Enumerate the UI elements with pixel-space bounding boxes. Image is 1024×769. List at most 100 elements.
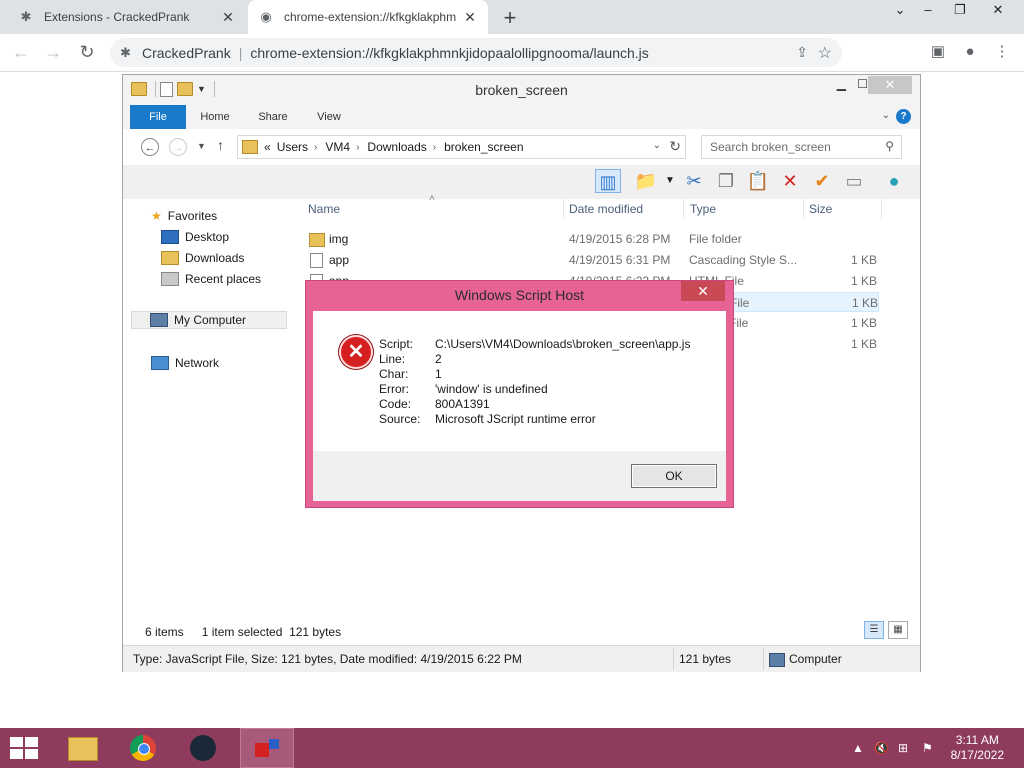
- chevron-right-icon[interactable]: ›: [314, 142, 317, 153]
- chevron-right-icon[interactable]: ›: [356, 142, 359, 153]
- steam-icon[interactable]: [176, 728, 230, 768]
- breadcrumb-users[interactable]: Users: [277, 140, 308, 154]
- nav-network[interactable]: Network: [151, 354, 219, 372]
- tab-share[interactable]: Share: [249, 105, 297, 129]
- up-arrow-icon[interactable]: ↑: [217, 137, 224, 153]
- view-toggle: ☰ ▦: [864, 621, 908, 639]
- forward-arrow-icon[interactable]: →: [169, 138, 187, 156]
- address-row: ← → ▼ ↑ « Users › VM4 › Downloads › brok…: [123, 129, 920, 165]
- puzzle-icon: ✱: [20, 9, 32, 24]
- file-size: 1 KB: [851, 253, 878, 267]
- close-window-button[interactable]: ✕: [984, 2, 1012, 22]
- maximize-button[interactable]: ☐: [857, 77, 868, 91]
- side-panel-icon[interactable]: ▣: [928, 42, 948, 62]
- selection-info: 1 item selected 121 bytes: [201, 625, 342, 639]
- dialog-title: Windows Script Host: [454, 287, 585, 303]
- close-icon[interactable]: ✕: [681, 281, 725, 301]
- rename-icon[interactable]: ▭: [841, 169, 867, 193]
- breadcrumb-broken-screen[interactable]: broken_screen: [444, 140, 523, 154]
- field-label: Error:: [379, 382, 409, 396]
- network-icon[interactable]: ⊞: [898, 728, 908, 768]
- cut-icon[interactable]: ✂: [681, 169, 707, 193]
- search-input[interactable]: Search broken_screen ⚲: [701, 135, 902, 159]
- globe-icon[interactable]: ●: [881, 169, 907, 193]
- field-value: 800A1391: [435, 397, 490, 411]
- help-icon[interactable]: ?: [896, 109, 911, 124]
- chevron-down-icon[interactable]: ⌄: [653, 140, 661, 151]
- recent-locations-dropdown-icon[interactable]: ▼: [197, 141, 206, 151]
- back-button[interactable]: ←: [10, 41, 32, 63]
- column-header-size[interactable]: Size: [809, 201, 832, 221]
- checkmark-icon[interactable]: ✔: [809, 169, 835, 193]
- search-placeholder: Search broken_screen: [710, 140, 831, 154]
- field-value: Microsoft JScript runtime error: [435, 412, 596, 426]
- system-clock[interactable]: 3:11 AM 8/17/2022: [951, 733, 1004, 763]
- new-tab-button[interactable]: +: [498, 5, 522, 31]
- nav-label: Desktop: [185, 230, 230, 244]
- forward-button[interactable]: →: [42, 41, 64, 63]
- details-location: Computer: [789, 652, 842, 666]
- script-host-icon[interactable]: [240, 728, 294, 768]
- copy-icon[interactable]: ❐: [713, 169, 739, 193]
- network-icon: [151, 356, 169, 370]
- profile-avatar-icon[interactable]: ●: [960, 42, 980, 62]
- menu-kebab-icon[interactable]: ⋮: [992, 42, 1012, 62]
- divider[interactable]: [803, 199, 804, 219]
- delete-icon[interactable]: ✕: [777, 169, 803, 193]
- back-arrow-icon[interactable]: ←: [141, 138, 159, 156]
- divider[interactable]: [881, 199, 882, 219]
- nav-downloads[interactable]: Downloads: [161, 249, 244, 267]
- nav-desktop[interactable]: Desktop: [161, 228, 229, 246]
- tab-view[interactable]: View: [307, 105, 351, 129]
- divider[interactable]: [563, 199, 564, 219]
- expand-ribbon-icon[interactable]: ⌄: [882, 110, 890, 121]
- restore-button[interactable]: ❐: [946, 2, 974, 22]
- preview-pane-icon[interactable]: ▥: [595, 169, 621, 193]
- action-center-icon[interactable]: ⚑: [922, 728, 933, 768]
- folder-options-icon[interactable]: 📁: [633, 169, 659, 193]
- column-header-name[interactable]: Name: [308, 201, 340, 221]
- column-header-date[interactable]: Date modified: [569, 201, 643, 221]
- minimize-button[interactable]: ▁: [837, 77, 846, 91]
- file-row[interactable]: app 4/19/2015 6:31 PM Cascading Style S.…: [305, 250, 879, 270]
- paste-icon[interactable]: 📋: [745, 169, 771, 193]
- breadcrumb-overflow[interactable]: «: [264, 140, 271, 154]
- windows-start-icon[interactable]: [10, 737, 38, 759]
- tab-search-chevron-icon[interactable]: ⌄: [886, 2, 914, 22]
- chrome-icon[interactable]: [116, 728, 170, 768]
- column-header-type[interactable]: Type: [690, 201, 716, 221]
- file-row[interactable]: img 4/19/2015 6:28 PM File folder: [305, 229, 879, 249]
- nav-recent-places[interactable]: Recent places: [161, 270, 261, 288]
- reload-button[interactable]: ↻: [76, 41, 98, 63]
- refresh-icon[interactable]: ↻: [669, 138, 681, 155]
- minimize-button[interactable]: –: [914, 2, 942, 22]
- breadcrumb-vm4[interactable]: VM4: [325, 140, 350, 154]
- tab-extensions[interactable]: ✱ Extensions - CrackedPrank ✕: [8, 0, 246, 34]
- volume-muted-icon[interactable]: 🔇: [874, 728, 889, 768]
- chevron-down-icon[interactable]: ▼: [657, 169, 683, 193]
- address-bar[interactable]: ✱ CrackedPrank | chrome-extension://kfkg…: [110, 38, 842, 67]
- divider[interactable]: [683, 199, 684, 219]
- details-view-icon[interactable]: ☰: [864, 621, 884, 639]
- nav-my-computer[interactable]: My Computer: [131, 311, 287, 329]
- ok-button[interactable]: OK: [631, 464, 717, 488]
- field-label: Line:: [379, 352, 406, 366]
- close-tab-icon[interactable]: ✕: [220, 9, 236, 26]
- tab-file[interactable]: File: [130, 105, 186, 129]
- close-tab-icon[interactable]: ✕: [462, 9, 478, 26]
- share-icon[interactable]: ⇪: [796, 44, 808, 61]
- explorer-address-bar[interactable]: « Users › VM4 › Downloads › broken_scree…: [237, 135, 686, 159]
- tab-home[interactable]: Home: [193, 105, 237, 129]
- close-button[interactable]: ✕: [868, 76, 912, 94]
- browser-toolbar: ← → ↻ ✱ CrackedPrank | chrome-extension:…: [0, 34, 1024, 72]
- nav-label: Network: [175, 356, 220, 370]
- folder-icon: [309, 233, 325, 247]
- tab-chrome-extension[interactable]: ◉ chrome-extension://kfkgklakphm ✕: [248, 0, 488, 34]
- breadcrumb-downloads[interactable]: Downloads: [367, 140, 426, 154]
- bookmark-star-icon[interactable]: ☆: [818, 43, 832, 63]
- large-icons-view-icon[interactable]: ▦: [888, 621, 908, 639]
- file-explorer-icon[interactable]: [56, 728, 110, 768]
- nav-favorites[interactable]: ★ Favorites: [151, 207, 217, 225]
- show-hidden-icons-icon[interactable]: ▲: [852, 728, 864, 768]
- chevron-right-icon[interactable]: ›: [433, 142, 436, 153]
